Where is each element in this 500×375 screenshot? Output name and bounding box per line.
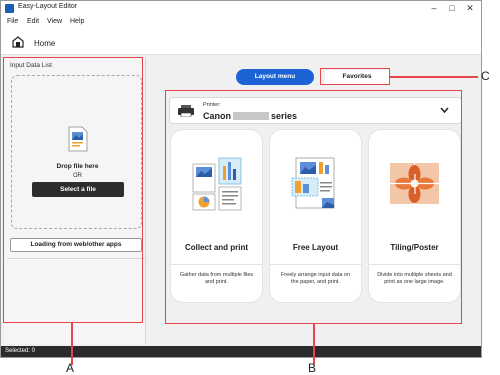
menu-file[interactable]: File bbox=[7, 18, 18, 25]
maximize-icon[interactable]: □ bbox=[445, 2, 459, 14]
status-bar: Selected: 0 bbox=[1, 346, 481, 357]
close-icon[interactable]: ✕ bbox=[463, 2, 477, 14]
callout-label-c: C bbox=[481, 69, 490, 83]
callout-label-a: A bbox=[66, 361, 75, 375]
callout-line-a bbox=[71, 323, 73, 365]
callout-box-a bbox=[3, 57, 143, 323]
status-text: Selected: 0 bbox=[5, 348, 36, 354]
menu-help[interactable]: Help bbox=[70, 18, 84, 25]
title-bar: Easy-Layout Editor – □ ✕ bbox=[1, 1, 481, 16]
home-label[interactable]: Home bbox=[34, 39, 55, 48]
callout-box-c bbox=[320, 68, 390, 85]
menu-bar: File Edit View Help bbox=[1, 16, 481, 30]
home-bar: Home bbox=[1, 30, 481, 55]
menu-edit[interactable]: Edit bbox=[27, 18, 39, 25]
tab-layout-menu[interactable]: Layout menu bbox=[236, 69, 314, 85]
callout-line-b bbox=[313, 324, 315, 364]
window-title: Easy-Layout Editor bbox=[18, 3, 78, 10]
app-icon bbox=[5, 4, 14, 13]
callout-line-c bbox=[390, 76, 478, 78]
minimize-icon[interactable]: – bbox=[427, 2, 441, 14]
menu-view[interactable]: View bbox=[47, 18, 62, 25]
home-icon[interactable] bbox=[12, 36, 24, 48]
callout-box-b bbox=[165, 90, 462, 324]
callout-label-b: B bbox=[308, 361, 317, 375]
